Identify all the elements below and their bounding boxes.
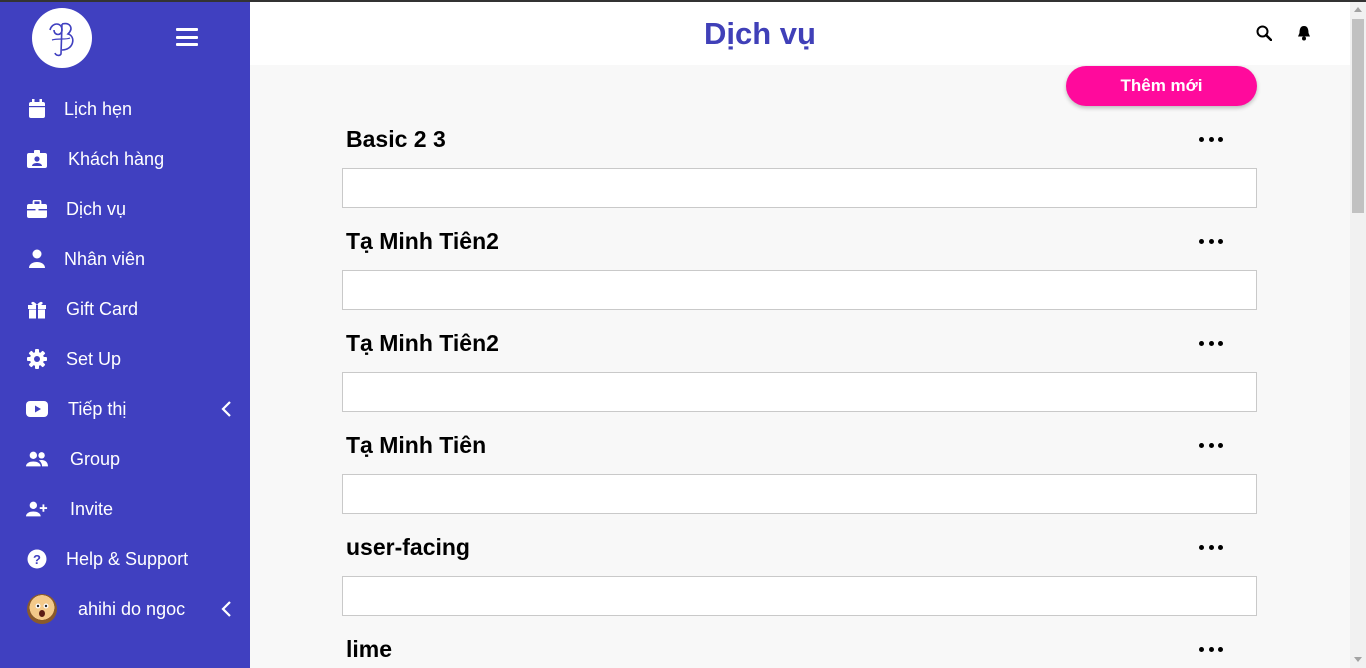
avatar-face [35, 603, 49, 617]
window-top-border [0, 0, 1366, 2]
sidebar-nav: Lịch hẹn Khách hàng Dịch vụ Nhân viên Gi… [0, 84, 250, 634]
page-title: Dịch vụ [704, 16, 816, 51]
logo[interactable] [32, 8, 92, 68]
calendar-icon [26, 99, 48, 119]
logo-icon [49, 22, 74, 57]
scroll-up-arrow[interactable] [1354, 7, 1362, 12]
sidebar-item-label: Group [70, 448, 121, 469]
service-details-box[interactable] [342, 474, 1257, 514]
search-icon[interactable] [1256, 25, 1274, 43]
scroll-down-arrow[interactable] [1354, 657, 1362, 662]
youtube-icon [26, 399, 48, 419]
sidebar-item-dich-vu[interactable]: Dịch vụ [0, 184, 250, 234]
svg-text:?: ? [33, 552, 41, 567]
user-plus-icon [26, 499, 48, 519]
bell-icon[interactable] [1297, 25, 1315, 43]
more-icon[interactable] [1199, 542, 1223, 552]
sidebar-item-label: Lịch hẹn [64, 98, 133, 119]
id-card-icon [26, 149, 48, 169]
sidebar-item-lich-hen[interactable]: Lịch hẹn [0, 84, 250, 134]
sidebar-item-set-up[interactable]: Set Up [0, 334, 250, 384]
service-name: Basic 2 3 [346, 126, 446, 152]
briefcase-icon [26, 199, 48, 219]
sidebar: Lịch hẹn Khách hàng Dịch vụ Nhân viên Gi… [0, 0, 250, 668]
service-details-box[interactable] [342, 576, 1257, 616]
top-header: Dịch vụ [250, 2, 1350, 65]
more-icon[interactable] [1199, 236, 1223, 246]
menu-icon[interactable] [176, 28, 198, 46]
sidebar-item-label: Dịch vụ [66, 198, 127, 219]
sidebar-item-label: Help & Support [66, 548, 189, 569]
sidebar-item-label: Set Up [66, 348, 122, 369]
sidebar-user[interactable]: ahihi do ngoc [0, 584, 250, 634]
sidebar-item-label: Gift Card [66, 298, 139, 319]
service-details-box[interactable] [342, 168, 1257, 208]
more-icon[interactable] [1199, 134, 1223, 144]
chevron-left-icon[interactable] [220, 401, 234, 417]
sidebar-item-invite[interactable]: Invite [0, 484, 250, 534]
service-details-box[interactable] [342, 270, 1257, 310]
service-details-box[interactable] [342, 372, 1257, 412]
service-name: Tạ Minh Tiên [346, 432, 487, 458]
service-name: lime [346, 636, 393, 662]
service-name: user-facing [346, 534, 470, 560]
avatar [27, 594, 57, 624]
user-icon [26, 249, 48, 269]
sidebar-item-khach-hang[interactable]: Khách hàng [0, 134, 250, 184]
service-name: Tạ Minh Tiên2 [346, 330, 499, 356]
add-service-button[interactable]: Thêm mới [1066, 66, 1257, 106]
sidebar-item-label: Khách hàng [68, 148, 165, 169]
more-icon[interactable] [1199, 338, 1223, 348]
sidebar-item-label: Tiếp thị [68, 398, 127, 419]
sidebar-item-label: Invite [70, 498, 114, 519]
more-icon[interactable] [1199, 644, 1223, 654]
scrollbar[interactable] [1350, 2, 1366, 668]
sidebar-item-tiep-thi[interactable]: Tiếp thị [0, 384, 250, 434]
scrollbar-thumb[interactable] [1352, 19, 1364, 213]
gift-icon [26, 299, 48, 319]
chevron-left-icon[interactable] [220, 601, 234, 617]
sidebar-item-help-support[interactable]: ? Help & Support [0, 534, 250, 584]
sidebar-item-gift-card[interactable]: Gift Card [0, 284, 250, 334]
help-icon: ? [26, 549, 48, 569]
sidebar-item-label: Nhân viên [64, 248, 146, 269]
sidebar-item-group[interactable]: Group [0, 434, 250, 484]
more-icon[interactable] [1199, 440, 1223, 450]
users-icon [26, 449, 48, 469]
gear-icon [26, 349, 48, 369]
sidebar-item-nhan-vien[interactable]: Nhân viên [0, 234, 250, 284]
service-name: Tạ Minh Tiên2 [346, 228, 499, 254]
user-name: ahihi do ngoc [78, 598, 186, 619]
